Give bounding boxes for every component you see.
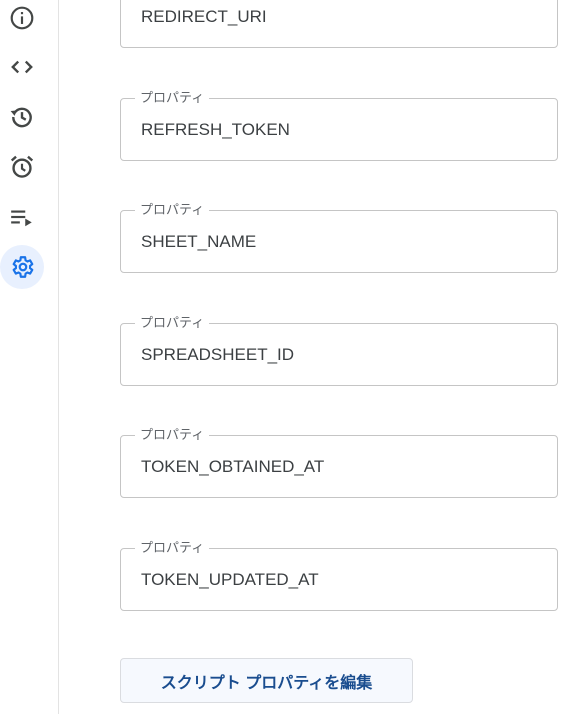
gear-icon <box>12 256 34 278</box>
side-rail <box>0 0 59 714</box>
property-name-input[interactable]: REFRESH_TOKEN <box>141 99 290 160</box>
property-field-token-obtained-at[interactable]: プロパティ TOKEN_OBTAINED_AT <box>120 427 558 498</box>
property-name-input[interactable]: SPREADSHEET_ID <box>141 324 294 385</box>
sidebar-item-settings[interactable] <box>0 245 44 289</box>
history-icon <box>10 107 32 128</box>
edit-script-properties-button[interactable]: スクリプト プロパティを編集 <box>120 658 413 703</box>
info-icon <box>10 6 34 30</box>
sidebar-item-overview[interactable] <box>0 0 44 40</box>
property-name-input[interactable]: SHEET_NAME <box>141 211 256 272</box>
property-field-sheet-name[interactable]: プロパティ SHEET_NAME <box>120 202 558 273</box>
executions-icon <box>11 210 32 227</box>
code-icon <box>11 60 33 74</box>
property-field-refresh-token[interactable]: プロパティ REFRESH_TOKEN <box>120 90 558 161</box>
property-field-spreadsheet-id[interactable]: プロパティ SPREADSHEET_ID <box>120 315 558 386</box>
property-field-redirect-uri[interactable]: REDIRECT_URI <box>120 0 558 48</box>
property-name-input[interactable]: TOKEN_OBTAINED_AT <box>141 436 324 497</box>
property-name-input[interactable]: REDIRECT_URI <box>141 0 267 47</box>
sidebar-item-triggers[interactable] <box>0 145 44 189</box>
sidebar-item-history[interactable] <box>0 95 44 139</box>
property-name-input[interactable]: TOKEN_UPDATED_AT <box>141 549 319 610</box>
sidebar-item-editor[interactable] <box>0 45 44 89</box>
sidebar-item-executions[interactable] <box>0 195 44 239</box>
property-field-token-updated-at[interactable]: プロパティ TOKEN_UPDATED_AT <box>120 540 558 611</box>
alarm-clock-icon <box>10 155 34 178</box>
